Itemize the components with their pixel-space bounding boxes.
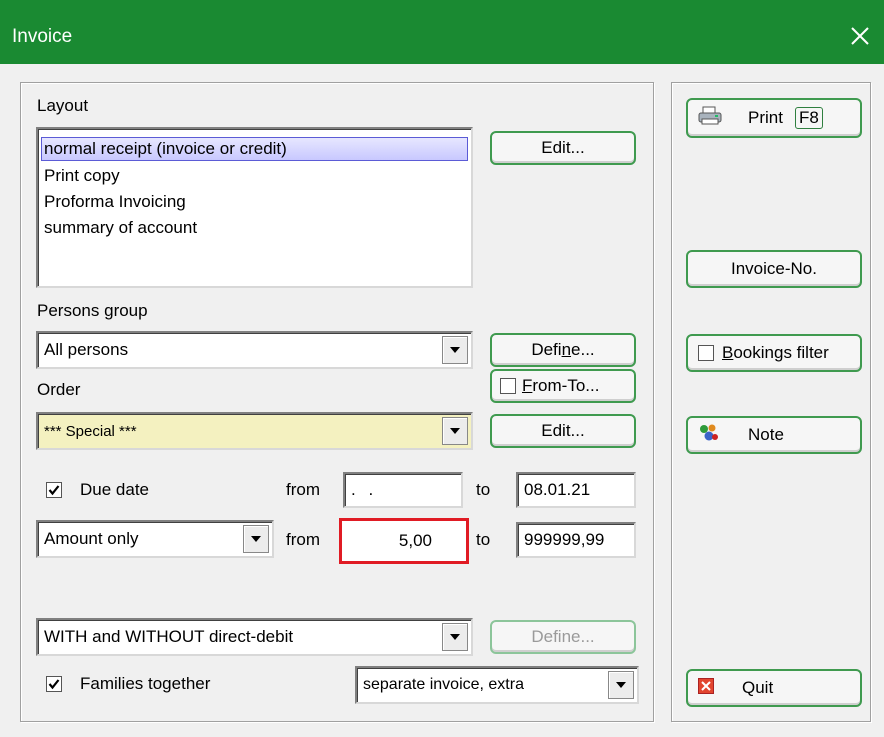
due-date-from-field[interactable]: . . [343,472,463,508]
side-panel [671,82,871,722]
list-item[interactable]: summary of account [44,215,197,241]
order-edit-label: Edit... [541,421,585,440]
amount-to-label: to [476,530,491,549]
due-date-label: Due date [80,480,149,499]
list-item[interactable]: normal receipt (invoice or credit) [41,137,468,161]
window-title: Invoice [12,26,73,47]
from-to-label: rom-To... [532,376,600,395]
printer-icon [698,106,722,131]
quit-label: Quit [742,678,774,697]
direct-debit-value: WITH and WITHOUT direct-debit [44,627,294,646]
persons-group-label-mnemonic: g [104,301,114,320]
note-icon [698,423,720,448]
persons-group-define-button[interactable]: Defi n e... [490,333,636,367]
layout-label: Layout [37,96,89,115]
chevron-down-icon[interactable] [608,671,634,699]
from-to-checkbox[interactable] [500,378,516,394]
print-shortcut-badge: F8 [794,107,823,129]
persons-group-label-post: roup [113,301,148,320]
due-date-checkbox[interactable] [46,482,62,498]
persons-group-define-post: e... [571,340,595,359]
amount-mode-select[interactable]: Amount only [36,520,274,558]
families-mode-value: separate invoice, extra [363,676,524,693]
families-together-checkbox[interactable] [46,676,62,692]
due-date-to-label: to [476,480,491,499]
note-button[interactable]: Note [686,416,862,454]
persons-group-define-mnemonic: n [561,340,572,359]
bookings-filter-mnemonic: B [722,343,734,362]
list-item[interactable]: Print copy [44,163,120,189]
order-select[interactable]: *** Special *** [36,412,473,450]
amount-to-field[interactable]: 999999,99 [516,522,636,558]
chevron-down-icon[interactable] [243,525,269,553]
persons-group-value: All persons [44,340,129,359]
quit-button[interactable]: Quit [686,669,862,707]
list-item[interactable]: Proforma Invoicing [44,189,186,215]
direct-debit-select[interactable]: WITH and WITHOUT direct-debit [36,618,473,656]
persons-group-define-pre: Defi [531,340,562,359]
layout-edit-button[interactable]: Edit... [490,131,636,165]
bookings-filter-button[interactable]: Bookings filter [686,334,862,372]
persons-group-label-pre: Persons [37,301,105,320]
persons-group-label: Persons group [37,301,148,321]
direct-debit-define-button[interactable]: Define... [490,620,636,654]
print-label: Print [748,108,783,127]
layout-listbox[interactable]: normal receipt (invoice or credit) Print… [36,127,473,288]
close-icon[interactable] [842,18,878,54]
amount-from-label: from [286,530,320,549]
close-icon [698,677,714,699]
chevron-down-icon[interactable] [442,623,468,651]
invoice-no-label: Invoice-No. [731,259,817,278]
from-to-mnemonic: F [522,376,533,395]
title-bar[interactable]: Invoice [0,0,884,64]
order-edit-button[interactable]: Edit... [490,414,636,448]
order-value: *** Special *** [44,422,137,440]
direct-debit-define-label: Define... [531,627,595,646]
due-date-from-label: from [286,480,320,499]
persons-group-select[interactable]: All persons [36,331,473,369]
invoice-no-button[interactable]: Invoice-No. [686,250,862,288]
chevron-down-icon[interactable] [442,336,468,364]
from-to-button[interactable]: From-To... [490,369,636,403]
chevron-down-icon[interactable] [442,417,468,445]
bookings-filter-checkbox[interactable] [698,345,714,361]
print-button[interactable]: Print F8 [686,98,862,138]
order-label: Order [37,380,81,399]
note-label: Note [748,425,784,444]
families-mode-select[interactable]: separate invoice, extra [355,666,639,704]
layout-edit-label: Edit... [541,138,585,157]
amount-mode-value: Amount only [44,529,139,548]
families-together-label: Families together [80,674,211,693]
amount-from-field[interactable]: 5,00 [339,518,469,564]
bookings-filter-label: ookings filter [733,343,829,362]
due-date-to-field[interactable]: 08.01.21 [516,472,636,508]
